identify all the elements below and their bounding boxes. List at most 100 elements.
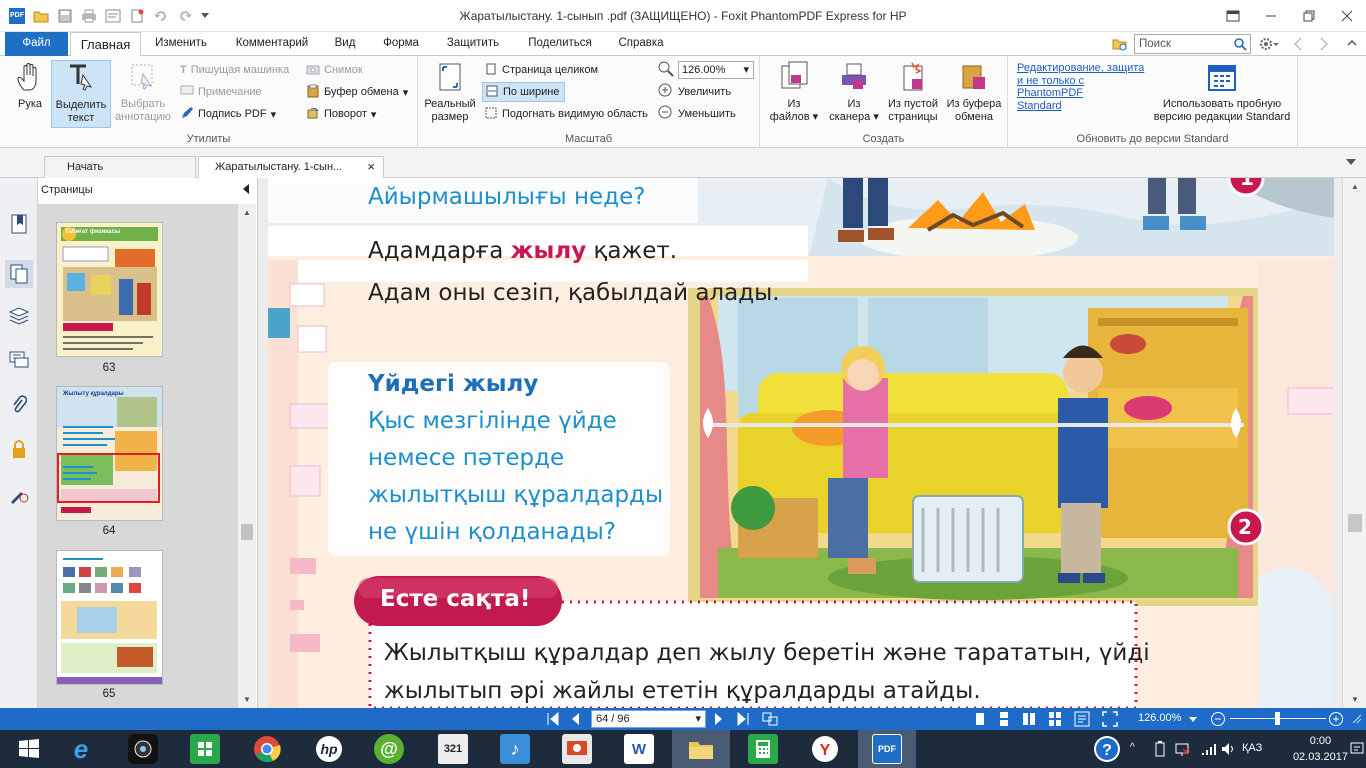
fit-visible-button[interactable]: Подогнать видимую область [484,104,648,124]
zoom-out-icon[interactable] [1210,711,1226,730]
fit-page-button[interactable]: Страница целиком [484,60,598,80]
attachments-icon[interactable] [9,394,29,414]
zoom-level-select[interactable]: 126.00% ▾ [658,60,754,80]
volume-icon[interactable] [1220,741,1236,760]
continuous-page-icon[interactable] [998,712,1010,729]
from-scanner-button[interactable]: Из сканера ▾ [824,60,884,124]
typewriter-button[interactable]: T Пишущая машинка [180,60,289,80]
tab-home[interactable]: Главная [70,32,141,57]
notifications-icon[interactable] [1350,742,1364,759]
tab-view[interactable]: Вид [328,32,362,56]
language-indicator[interactable]: ҚАЗ [1242,742,1262,754]
nav-forward-icon[interactable] [1318,36,1330,55]
collapse-ribbon-icon[interactable] [1346,37,1358,52]
pages-icon[interactable] [5,260,33,288]
pdf-page[interactable]: Айырмашылығы неде? Адамдарға жылу қажет.… [268,178,1334,708]
word-icon[interactable]: W [610,730,668,768]
gear-icon[interactable] [1258,36,1280,55]
page-thumbnail-63[interactable]: Табиғат физикасы [56,222,163,357]
visible-area-indicator[interactable] [57,453,160,503]
zoom-options-icon[interactable] [1188,712,1198,729]
tray-chevron-icon[interactable]: ^ [1130,742,1135,753]
internet-explorer-icon[interactable]: e [52,730,110,768]
hp-icon[interactable]: hp [300,730,358,768]
upgrade-link[interactable]: Редактирование, защита и не только с Pha… [1017,62,1144,112]
fit-view-icon[interactable] [762,712,778,729]
collapse-panel-icon[interactable] [242,184,250,197]
bookmarks-icon[interactable] [9,214,29,234]
tab-form[interactable]: Форма [374,32,428,56]
calculator-icon[interactable] [734,730,792,768]
actual-size-button[interactable]: Реальный размер [422,60,478,124]
ribbon-options-icon[interactable] [1214,0,1252,32]
from-files-button[interactable]: Из файлов ▾ [764,60,824,124]
comments-icon[interactable] [9,350,29,370]
continuous-facing-icon[interactable] [1048,712,1062,729]
page-thumbnail-65[interactable] [56,550,163,685]
search-icon[interactable] [1233,37,1247,54]
select-text-button[interactable]: Выделить текст [51,60,111,128]
next-page-icon[interactable] [712,712,726,729]
tab-comment[interactable]: Комментарий [228,32,316,56]
scroll-down-icon[interactable]: ▼ [1351,695,1359,704]
search-input[interactable]: Поиск [1134,34,1251,54]
facing-page-icon[interactable] [1022,712,1036,729]
scroll-down-icon[interactable]: ▼ [243,695,251,704]
lock-icon[interactable] [9,440,29,460]
tab-current-document[interactable]: Жаратылыстану. 1-сын... × [198,156,384,178]
start-button[interactable] [0,730,58,768]
first-page-icon[interactable] [546,711,560,729]
signal-icon[interactable] [1200,741,1216,760]
zoom-slider-handle[interactable] [1275,712,1280,725]
presentation-app-icon[interactable] [548,730,606,768]
chrome-icon[interactable] [238,730,296,768]
system-clock[interactable]: 0:00 02.03.2017 [1293,733,1348,765]
previous-page-icon[interactable] [568,712,582,729]
tabs-dropdown-icon[interactable] [1346,158,1356,170]
reflow-icon[interactable] [1074,711,1090,730]
mail-agent-icon[interactable]: @ [360,730,418,768]
document-scrollbar[interactable]: ▲ ▼ [1342,178,1366,708]
from-blank-button[interactable]: Из пустой страницы [882,60,944,124]
scroll-up-icon[interactable]: ▲ [1351,182,1359,191]
zoom-input[interactable]: 126.00% ▾ [678,61,754,79]
minimize-button[interactable] [1252,0,1290,32]
page-thumbnail-64[interactable]: Жылыту құралдары [56,386,163,521]
snapshot-button[interactable]: Снимок [306,60,363,80]
tab-edit[interactable]: Изменить [148,32,214,56]
calendar-app-icon[interactable]: 321 [424,730,482,768]
restore-button[interactable] [1290,0,1328,32]
full-screen-icon[interactable] [1102,711,1118,730]
network-icon[interactable] [1174,741,1190,760]
trial-button[interactable]: Использовать пробную версию редакции Sta… [1150,60,1294,124]
store-icon[interactable] [176,730,234,768]
layers-icon[interactable] [9,306,29,326]
music-app-icon[interactable]: ♪ [486,730,544,768]
yandex-browser-icon[interactable]: Y [796,730,854,768]
sign-pdf-button[interactable]: Подпись PDF ▾ [180,104,276,124]
nav-back-icon[interactable] [1292,36,1304,55]
pages-scrollbar[interactable]: ▲ ▼ [238,204,256,708]
scroll-up-icon[interactable]: ▲ [243,208,251,217]
file-explorer-icon[interactable] [672,730,730,768]
tab-protect[interactable]: Защитить [440,32,506,56]
close-tab-icon[interactable]: × [367,157,375,177]
zoom-out-button[interactable]: Уменьшить [658,104,736,124]
tab-share[interactable]: Поделиться [520,32,600,56]
select-annotation-button[interactable]: Выбрать аннотацию [113,60,173,124]
hand-tool-button[interactable]: Рука [10,60,50,111]
fit-width-button[interactable]: По ширине [482,82,565,102]
webcam-app-icon[interactable] [114,730,172,768]
tab-start[interactable]: Начать [44,156,196,178]
rotate-button[interactable]: Поворот ▾ [306,104,376,124]
zoom-in-icon[interactable] [1328,711,1344,730]
folder-search-icon[interactable] [1112,36,1128,55]
foxit-pdf-icon[interactable]: PDF [858,730,916,768]
clipboard-button[interactable]: Буфер обмена ▾ [306,82,408,102]
battery-icon[interactable] [1154,741,1166,760]
zoom-in-button[interactable]: Увеличить [658,82,731,102]
from-clipboard-button[interactable]: Из буфера обмена [942,60,1006,124]
signatures-icon[interactable] [9,484,29,504]
last-page-icon[interactable] [736,711,750,729]
help-icon[interactable]: ? [1092,734,1122,767]
